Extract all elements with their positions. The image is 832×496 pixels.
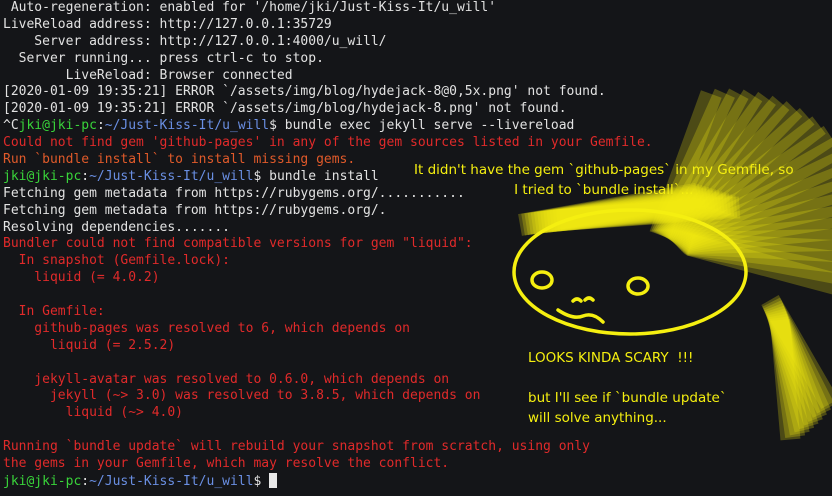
terminal-text: github-pages was resolved to 6, which de… bbox=[3, 320, 410, 336]
terminal-text: jekyll (~> 3.0) was resolved to 3.8.5, w… bbox=[3, 388, 481, 404]
terminal-text: In snapshot (Gemfile.lock): bbox=[3, 253, 230, 269]
terminal-text: ~/Just-Kiss-It/u_will bbox=[104, 118, 270, 134]
terminal-line: Auto-regeneration: enabled for '/home/jk… bbox=[3, 0, 832, 17]
terminal-text: jekyll-avatar was resolved to 0.6.0, whi… bbox=[3, 371, 450, 387]
terminal-text: Server running... press ctrl-c to stop. bbox=[3, 50, 324, 66]
terminal-line: liquid (= 4.0.2) bbox=[3, 270, 832, 287]
terminal-line: Bundler could not find compatible versio… bbox=[3, 236, 832, 253]
terminal-text: Bundler could not find compatible versio… bbox=[3, 236, 473, 252]
terminal-line: liquid (= 2.5.2) bbox=[3, 338, 832, 355]
prompt-user-host: jki@jki-pc bbox=[3, 473, 82, 489]
terminal-text: Run `bundle install` to install missing … bbox=[3, 152, 356, 168]
terminal-text: liquid (~> 4.0) bbox=[3, 405, 184, 421]
annotation-top-note: It didn't have the gem `github-pages` in… bbox=[414, 162, 794, 198]
terminal-text: the gems in your Gemfile, which may reso… bbox=[3, 456, 450, 472]
terminal-text: Auto-regeneration: enabled for '/home/jk… bbox=[3, 0, 497, 15]
terminal-line: [2020-01-09 19:35:21] ERROR `/assets/img… bbox=[3, 101, 832, 118]
terminal-text: In Gemfile: bbox=[3, 304, 105, 320]
terminal-text: jki@jki-pc bbox=[18, 118, 97, 134]
terminal-line: In Gemfile: bbox=[3, 304, 832, 321]
text-cursor[interactable] bbox=[269, 472, 278, 488]
terminal-text: liquid (= 4.0.2) bbox=[3, 270, 160, 286]
prompt-symbol: $ bbox=[253, 473, 270, 489]
terminal-text: LiveReload address: http://127.0.0.1:357… bbox=[3, 16, 332, 32]
terminal-text: [2020-01-09 19:35:21] ERROR `/assets/img… bbox=[3, 101, 567, 117]
prompt-path: ~/Just-Kiss-It/u_will bbox=[89, 473, 254, 489]
terminal-line: Server running... press ctrl-c to stop. bbox=[3, 51, 832, 68]
terminal-text: Server address: http://127.0.0.1:4000/u_… bbox=[3, 33, 387, 49]
terminal-line: [2020-01-09 19:35:21] ERROR `/assets/img… bbox=[3, 84, 832, 101]
terminal-text: LiveReload: Browser connected bbox=[3, 67, 293, 83]
terminal-text: Resolving dependencies....... bbox=[3, 219, 230, 235]
terminal-line: jekyll-avatar was resolved to 0.6.0, whi… bbox=[3, 372, 832, 389]
terminal-line: github-pages was resolved to 6, which de… bbox=[3, 321, 832, 338]
terminal-text: Could not find gem 'github-pages' in any… bbox=[3, 135, 653, 151]
annotation-scary-note: LOOKS KINDA SCARY !!! bbox=[528, 350, 694, 366]
terminal-text: [2020-01-09 19:35:21] ERROR `/assets/img… bbox=[3, 84, 606, 100]
prompt-line[interactable]: jki@jki-pc:~/Just-Kiss-It/u_will$ bbox=[3, 472, 832, 490]
terminal-text: Fetching gem metadata from https://rubyg… bbox=[3, 202, 387, 218]
terminal-line: Resolving dependencies....... bbox=[3, 220, 832, 237]
terminal-text: : bbox=[96, 118, 105, 134]
terminal-text: Running `bundle update` will rebuild you… bbox=[3, 439, 590, 455]
terminal-line: LiveReload: Browser connected bbox=[3, 68, 832, 85]
annotation-update-note: but I'll see if `bundle update` will sol… bbox=[528, 390, 727, 426]
terminal-text: : bbox=[81, 168, 90, 184]
terminal-text: $ bundle install bbox=[253, 168, 379, 184]
terminal-line: the gems in your Gemfile, which may reso… bbox=[3, 456, 832, 473]
terminal-text: ^C bbox=[3, 118, 19, 134]
terminal-text: ~/Just-Kiss-It/u_will bbox=[89, 168, 254, 184]
terminal-line: Running `bundle update` will rebuild you… bbox=[3, 439, 832, 456]
prompt-sep: : bbox=[81, 473, 90, 489]
terminal-line: Server address: http://127.0.0.1:4000/u_… bbox=[3, 34, 832, 51]
terminal-line: Could not find gem 'github-pages' in any… bbox=[3, 135, 832, 152]
terminal-text: $ bundle exec jekyll serve --livereload bbox=[269, 118, 575, 134]
terminal-line: Fetching gem metadata from https://rubyg… bbox=[3, 203, 832, 220]
terminal-line: ^Cjki@jki-pc:~/Just-Kiss-It/u_will$ bund… bbox=[3, 118, 832, 135]
terminal-text: jki@jki-pc bbox=[3, 168, 82, 184]
terminal-line: In snapshot (Gemfile.lock): bbox=[3, 253, 832, 270]
terminal-text: liquid (= 2.5.2) bbox=[3, 337, 176, 353]
terminal-text: Fetching gem metadata from https://rubyg… bbox=[3, 185, 465, 201]
terminal-line: LiveReload address: http://127.0.0.1:357… bbox=[3, 17, 832, 34]
